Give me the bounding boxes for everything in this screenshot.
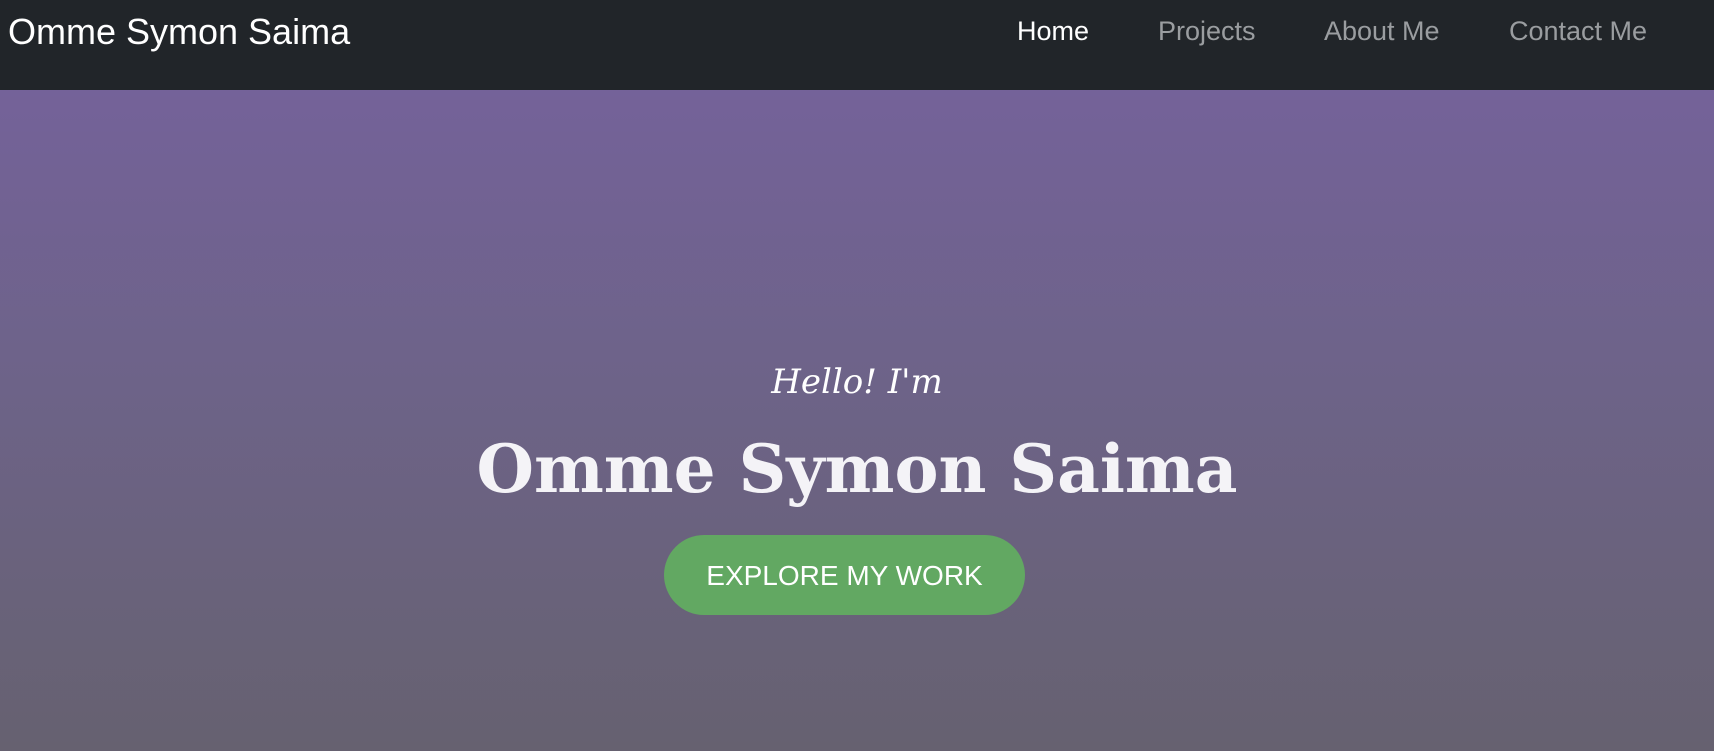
nav-link-home[interactable]: Home (1017, 14, 1089, 48)
explore-work-button[interactable]: EXPLORE MY WORK (664, 535, 1025, 615)
hero-greeting: Hello! I'm (771, 362, 943, 402)
navbar: Omme Symon Saima Home Projects About Me … (0, 0, 1714, 90)
nav-link-projects[interactable]: Projects (1158, 14, 1256, 48)
nav-link-contact-me[interactable]: Contact Me (1509, 14, 1647, 48)
nav-link-about-me[interactable]: About Me (1324, 14, 1440, 48)
hero-section: Hello! I'm Omme Symon Saima EXPLORE MY W… (0, 90, 1714, 751)
nav-links: Home Projects About Me Contact Me (0, 0, 1714, 62)
hero-name: Omme Symon Saima (476, 430, 1238, 508)
